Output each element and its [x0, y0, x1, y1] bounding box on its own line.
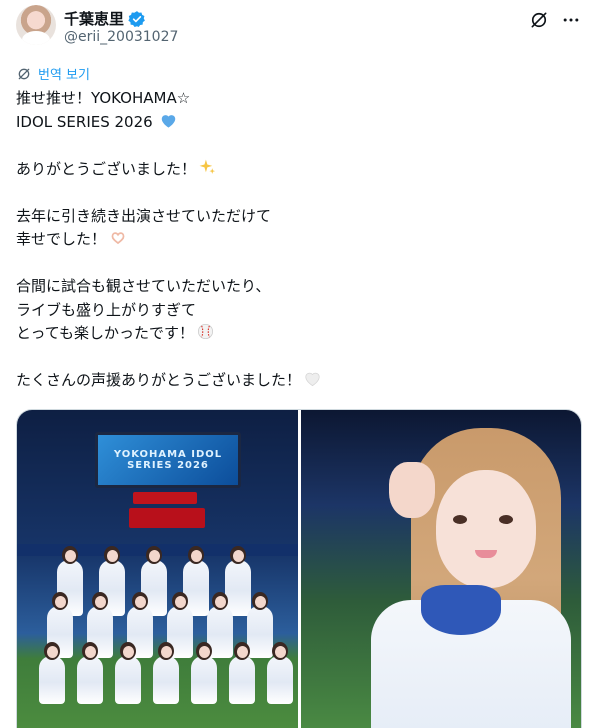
selfie-eye — [499, 515, 513, 524]
performer-face — [160, 646, 172, 658]
tweet-line: 去年に引き続き出演させていただけて — [16, 206, 272, 225]
performer-face — [54, 596, 66, 608]
baseball-emoji — [196, 322, 215, 349]
performer — [225, 560, 251, 616]
tweet-card: 千葉恵里 @erii_20031027 번역 보기 推せ推せ！YOKOHAMA☆… — [0, 0, 601, 728]
tweet-line: ライブも盛り上がりすぎて — [16, 300, 197, 319]
heart-hands-emoji — [108, 228, 128, 255]
tweet-line — [16, 134, 576, 158]
performer — [77, 656, 103, 704]
avatar[interactable] — [16, 5, 56, 45]
performer-face — [84, 646, 96, 658]
translate-label: 번역 보기 — [38, 68, 90, 83]
author-handle[interactable]: @erii_20031027 — [64, 29, 178, 45]
tweet-line: ありがとうございました！ — [16, 158, 576, 182]
translate-icon — [16, 66, 32, 82]
performer-face — [198, 646, 210, 658]
performer — [115, 656, 141, 704]
performer-face — [236, 646, 248, 658]
stadium-screen-text: YOKOHAMA IDOL SERIES 2026 — [113, 449, 223, 471]
performer-face — [64, 550, 76, 562]
more-icon[interactable] — [561, 10, 581, 30]
selfie-photo[interactable] — [301, 410, 581, 728]
performer-face — [190, 550, 202, 562]
sparkles-emoji — [198, 158, 217, 185]
performer-face — [148, 550, 160, 562]
tweet-text: 推せ推せ！YOKOHAMA☆ IDOL SERIES 2026 ありがとうござい… — [16, 87, 576, 393]
selfie-face — [436, 470, 536, 588]
stadium-ad-banner — [129, 508, 205, 528]
tweet-line: 幸せでした！ — [16, 228, 576, 252]
performer — [229, 656, 255, 704]
idol-group — [39, 546, 293, 716]
performer — [153, 656, 179, 704]
stadium-ad-banner — [133, 492, 197, 504]
performer-face — [94, 596, 106, 608]
author-name-row: 千葉恵里 — [64, 8, 146, 29]
performer-face — [274, 646, 286, 658]
performer-face — [214, 596, 226, 608]
media-grid: YOKOHAMA IDOL SERIES 2026 — [16, 409, 582, 728]
translate-link[interactable]: 번역 보기 — [16, 64, 90, 83]
performer — [267, 656, 293, 704]
performer — [39, 656, 65, 704]
performer-face — [134, 596, 146, 608]
tweet-line: 合間に試合も観させていただいたり、 — [16, 277, 271, 295]
performer-face — [174, 596, 186, 608]
performer-face — [254, 596, 266, 608]
peace-sign-hand — [389, 462, 435, 518]
performer-face — [46, 646, 58, 658]
performer-face — [232, 550, 244, 562]
stadium-screen: YOKOHAMA IDOL SERIES 2026 — [95, 432, 241, 488]
tweet-line: IDOL SERIES 2026 — [16, 111, 576, 135]
grok-icon[interactable] — [529, 10, 549, 30]
header-actions — [529, 10, 581, 30]
group-photo[interactable]: YOKOHAMA IDOL SERIES 2026 — [17, 410, 298, 728]
verified-badge-icon — [128, 10, 146, 28]
tweet-line — [16, 346, 576, 370]
tweet-line — [16, 181, 576, 205]
tweet-line: 推せ推せ！YOKOHAMA☆ — [16, 89, 191, 107]
performer-face — [122, 646, 134, 658]
performer — [191, 656, 217, 704]
white-heart-emoji — [303, 369, 322, 396]
selfie-bow — [421, 585, 501, 635]
performer — [247, 606, 273, 658]
display-name[interactable]: 千葉恵里 — [64, 8, 124, 29]
performer-face — [106, 550, 118, 562]
tweet-line — [16, 252, 576, 276]
blue-heart-emoji — [159, 111, 178, 138]
tweet-line: たくさんの声援ありがとうございました！ — [16, 369, 576, 393]
tweet-line: とっても楽しかったです！ — [16, 322, 576, 346]
selfie-eye — [453, 515, 467, 524]
